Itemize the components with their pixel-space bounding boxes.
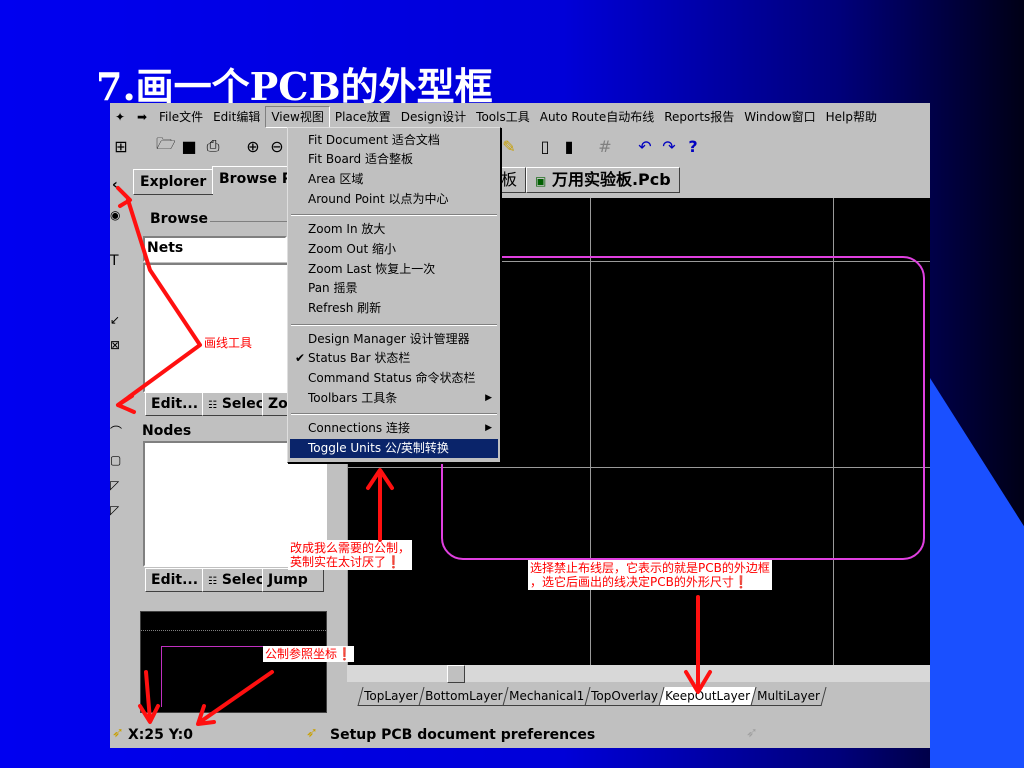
left-tool-strip: ‹ ◉ T ↙ ⊠ ⌒ ▢ ◸ ◸ xyxy=(110,163,122,703)
annotation-keepout-layer: 选择禁止布线层，它表示的就是PCB的外边框 ，选它后画出的线决定PCB的外形尺寸… xyxy=(528,560,772,590)
busy-icon: ➶ xyxy=(746,725,758,741)
wire-icon[interactable]: ↙ xyxy=(110,313,120,327)
submenu-arrow-icon: ▶ xyxy=(485,423,492,433)
view-menu: Fit Document 适合文档 Fit Board 适合整板 Area 区域… xyxy=(287,127,501,463)
polygon-icon[interactable]: ◸ xyxy=(110,478,119,492)
menu-item-zoom-in[interactable]: Zoom In 放大 xyxy=(290,220,498,239)
mini-viewer[interactable] xyxy=(140,611,327,713)
menu-bar: ✦ ➡ File文件 Edit编辑 View视图 Place放置 Design设… xyxy=(110,103,930,130)
menu-edit[interactable]: Edit编辑 xyxy=(208,107,265,127)
menu-file[interactable]: File文件 xyxy=(154,107,208,127)
menu-place[interactable]: Place放置 xyxy=(330,107,396,127)
document-tabs: 板 ▣ 万用实验板.Pcb xyxy=(492,167,680,193)
collapse-icon[interactable]: ‹ xyxy=(112,177,118,193)
doc-tab-pcb[interactable]: ▣ 万用实验板.Pcb xyxy=(526,167,680,193)
menu-item-toolbars[interactable]: Toolbars 工具条 ▶ xyxy=(290,389,498,408)
layer-tabs: TopLayer BottomLayer Mechanical1 TopOver… xyxy=(357,687,827,707)
menu-item-pan[interactable]: Pan 摇景 xyxy=(290,279,498,298)
annotation-coordinates: 公制参照坐标❗ xyxy=(263,646,354,662)
menu-auto-route[interactable]: Auto Route自动布线 xyxy=(535,107,660,127)
browse-group-label: Browse xyxy=(150,211,208,227)
menu-reports[interactable]: Reports报告 xyxy=(659,107,739,127)
menu-item-design-manager[interactable]: Design Manager 设计管理器 xyxy=(290,330,498,349)
hint-icon: ➶ xyxy=(306,725,318,741)
layer-tab-mechanical1[interactable]: Mechanical1 xyxy=(502,687,591,706)
undo-icon[interactable]: ↶ xyxy=(636,137,654,156)
menu-view[interactable]: View视图 xyxy=(265,105,330,128)
select-button-2[interactable]: ☷ Selec xyxy=(202,568,266,592)
pcb-file-icon: ▣ xyxy=(535,174,547,188)
arc-icon[interactable]: ⌒ xyxy=(110,423,122,440)
main-toolbar: ⊞ 🗁 ■ ⎙ ⊕ ⊖ xyxy=(112,131,286,161)
menu-item-zoom-out[interactable]: Zoom Out 缩小 xyxy=(290,240,498,259)
scroll-thumb[interactable] xyxy=(447,665,465,683)
menu-item-fit-document[interactable]: Fit Document 适合文档 xyxy=(290,131,498,150)
menu-item-zoom-last[interactable]: Zoom Last 恢复上一次 xyxy=(290,260,498,279)
protel-window: ✦ ➡ File文件 Edit编辑 View视图 Place放置 Design设… xyxy=(110,103,930,748)
layer-tab-keepout[interactable]: KeepOutLayer xyxy=(658,687,757,706)
horizontal-scrollbar[interactable] xyxy=(347,665,930,683)
tab-explorer[interactable]: Explorer xyxy=(133,169,214,195)
library-icon[interactable]: ▯ xyxy=(536,137,554,156)
slide-decoration xyxy=(930,378,1024,768)
coordinate-readout: X:25 Y:0 xyxy=(128,727,194,743)
redo-icon[interactable]: ↷ xyxy=(660,137,678,156)
tree-icon[interactable]: ⊞ xyxy=(112,137,130,156)
app-icon: ✦ xyxy=(114,109,126,124)
room-icon[interactable]: ◸ xyxy=(110,503,119,517)
browse-library-icon[interactable]: ▮ xyxy=(560,137,578,156)
zoom-in-icon[interactable]: ⊕ xyxy=(244,137,262,156)
menu-help[interactable]: Help帮助 xyxy=(821,107,882,127)
menu-item-refresh[interactable]: Refresh 刷新 xyxy=(290,299,498,318)
menu-item-around-point[interactable]: Around Point 以点为中心 xyxy=(290,190,498,209)
browse-select[interactable]: Nets xyxy=(143,236,287,262)
menu-design[interactable]: Design设计 xyxy=(396,107,471,127)
annotation-draw-tool: 画线工具 xyxy=(204,336,253,350)
select-icon: ☷ xyxy=(208,576,217,587)
fill-icon[interactable]: ▢ xyxy=(110,453,121,467)
menu-item-connections[interactable]: Connections 连接 ▶ xyxy=(290,419,498,438)
help-icon[interactable]: ? xyxy=(684,137,702,156)
check-icon: ✔ xyxy=(295,351,306,365)
submenu-arrow-icon: ▶ xyxy=(485,393,492,403)
grid-icon[interactable]: # xyxy=(596,137,614,156)
print-icon[interactable]: ⎙ xyxy=(204,136,222,156)
save-icon[interactable]: ■ xyxy=(180,137,198,156)
pointer-icon: ➶ xyxy=(112,725,124,741)
mini-viewer-guide xyxy=(141,630,326,631)
board-outline xyxy=(441,256,925,560)
menu-item-command-status[interactable]: Command Status 命令状态栏 xyxy=(290,369,498,388)
select-button[interactable]: ☷ Selec xyxy=(202,392,266,416)
open-folder-icon[interactable]: 🗁 xyxy=(156,133,176,160)
edit-button-2[interactable]: Edit... xyxy=(145,568,207,592)
layer-tab-multilayer[interactable]: MultiLayer xyxy=(750,687,827,706)
pencil-icon[interactable]: ✎ xyxy=(500,137,518,156)
nodes-label: Nodes xyxy=(142,423,192,439)
zoom-out-icon[interactable]: ⊖ xyxy=(268,137,286,156)
layer-tab-bottomlayer[interactable]: BottomLayer xyxy=(418,687,509,706)
pad-icon[interactable]: ⊠ xyxy=(110,338,120,352)
line-tool-icon[interactable]: T xyxy=(110,253,119,269)
status-bar: ➶ X:25 Y:0 ➶ Setup PCB document preferen… xyxy=(110,723,930,748)
menu-tools[interactable]: Tools工具 xyxy=(471,107,535,127)
menu-item-fit-board[interactable]: Fit Board 适合整板 xyxy=(290,150,498,169)
layer-tab-topoverlay[interactable]: TopOverlay xyxy=(584,687,665,706)
annotation-units: 改成我么需要的公制， 英制实在太讨厌了❗ xyxy=(288,540,413,570)
tool-icon[interactable]: ◉ xyxy=(110,208,120,222)
jump-button[interactable]: Jump xyxy=(262,568,324,592)
menu-item-status-bar[interactable]: ✔ Status Bar 状态栏 xyxy=(290,349,498,368)
status-message: Setup PCB document preferences xyxy=(330,727,596,743)
menu-item-area[interactable]: Area 区域 xyxy=(290,170,498,189)
edit-button[interactable]: Edit... xyxy=(145,392,207,416)
menu-item-toggle-units[interactable]: Toggle Units 公/英制转换 xyxy=(290,439,498,458)
layer-tab-toplayer[interactable]: TopLayer xyxy=(357,687,425,706)
select-icon: ☷ xyxy=(208,400,217,411)
menu-window[interactable]: Window窗口 xyxy=(739,107,820,127)
toolbar-right: ✎ ▯ ▮ # ↶ ↷ ? xyxy=(500,131,702,161)
arrow-icon: ➡ xyxy=(136,109,148,124)
